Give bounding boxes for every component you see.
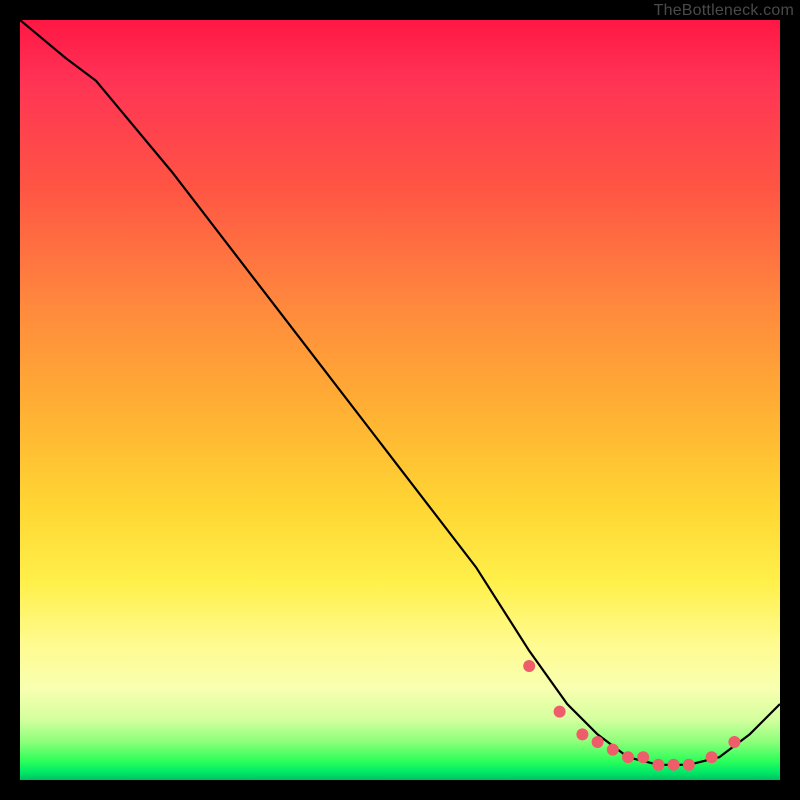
highlight-marker	[652, 759, 664, 771]
highlight-marker	[607, 744, 619, 756]
bottleneck-curve	[20, 20, 780, 765]
highlight-marker	[706, 751, 718, 763]
chart-frame	[20, 20, 780, 780]
highlight-marker	[554, 706, 566, 718]
highlight-markers	[523, 660, 740, 771]
chart-svg	[20, 20, 780, 780]
highlight-marker	[683, 759, 695, 771]
highlight-marker	[637, 751, 649, 763]
highlight-marker	[728, 736, 740, 748]
highlight-marker	[622, 751, 634, 763]
highlight-marker	[592, 736, 604, 748]
highlight-marker	[576, 728, 588, 740]
highlight-marker	[668, 759, 680, 771]
watermark-text: TheBottleneck.com	[654, 2, 794, 20]
highlight-marker	[523, 660, 535, 672]
